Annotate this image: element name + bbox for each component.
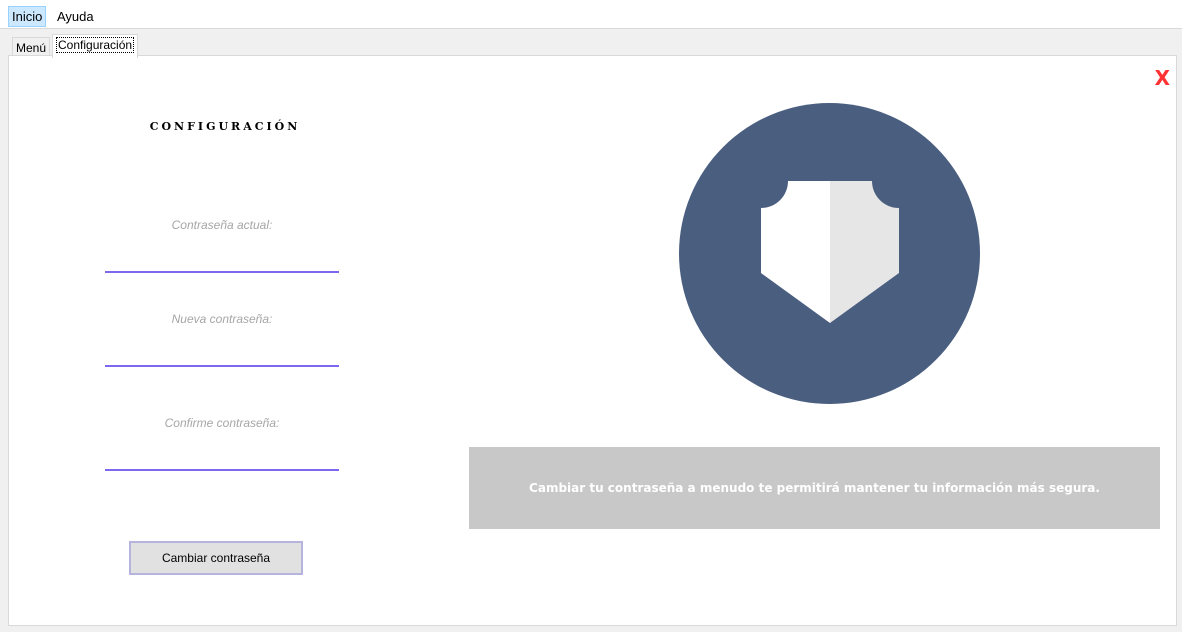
- settings-panel: X CONFIGURACIÓN Contraseña actual: Nueva…: [8, 55, 1177, 626]
- page-title: CONFIGURACIÓN: [149, 120, 301, 133]
- menu-item-inicio[interactable]: Inicio: [8, 6, 47, 27]
- security-illustration: [679, 103, 980, 404]
- current-password-input[interactable]: [105, 249, 339, 273]
- confirm-password-label: Confirme contraseña:: [164, 416, 280, 430]
- shield-icon: [761, 181, 899, 323]
- confirm-password-input[interactable]: [105, 447, 339, 471]
- tab-strip: Menú Configuración: [0, 28, 1182, 58]
- menu-bar: Inicio Ayuda: [0, 0, 1182, 28]
- change-password-button[interactable]: Cambiar contraseña: [129, 541, 303, 575]
- new-password-label: Nueva contraseña:: [171, 312, 273, 326]
- close-button[interactable]: X: [1155, 66, 1170, 90]
- current-password-label: Contraseña actual:: [171, 218, 273, 232]
- tab-configuracion[interactable]: Configuración: [52, 34, 139, 58]
- menu-item-ayuda[interactable]: Ayuda: [54, 7, 97, 26]
- info-banner: Cambiar tu contraseña a menudo te permit…: [469, 447, 1160, 529]
- new-password-input[interactable]: [105, 343, 339, 367]
- tab-configuracion-label: Configuración: [56, 37, 135, 53]
